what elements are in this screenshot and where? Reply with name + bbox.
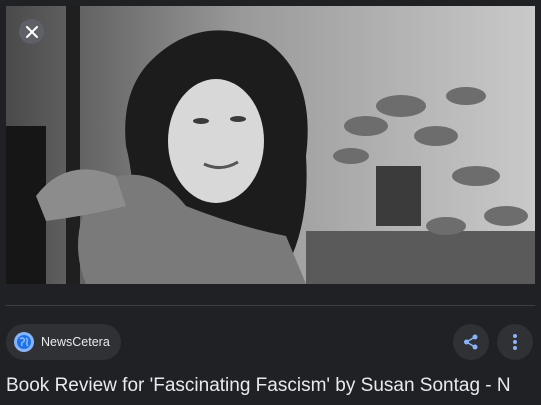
close-button[interactable] [19, 19, 44, 44]
divider [6, 305, 535, 306]
share-button[interactable] [453, 324, 489, 360]
photo-illustration [6, 6, 535, 284]
source-chip[interactable]: NewsCetera [6, 324, 121, 360]
globe-icon [14, 332, 34, 352]
close-icon [25, 25, 38, 38]
result-title[interactable]: Book Review for 'Fascinating Fascism' by… [6, 374, 541, 398]
more-options-button[interactable] [497, 324, 533, 360]
result-image[interactable] [6, 6, 535, 284]
more-vert-icon [513, 334, 517, 350]
share-icon [464, 334, 478, 350]
source-name: NewsCetera [41, 335, 110, 349]
